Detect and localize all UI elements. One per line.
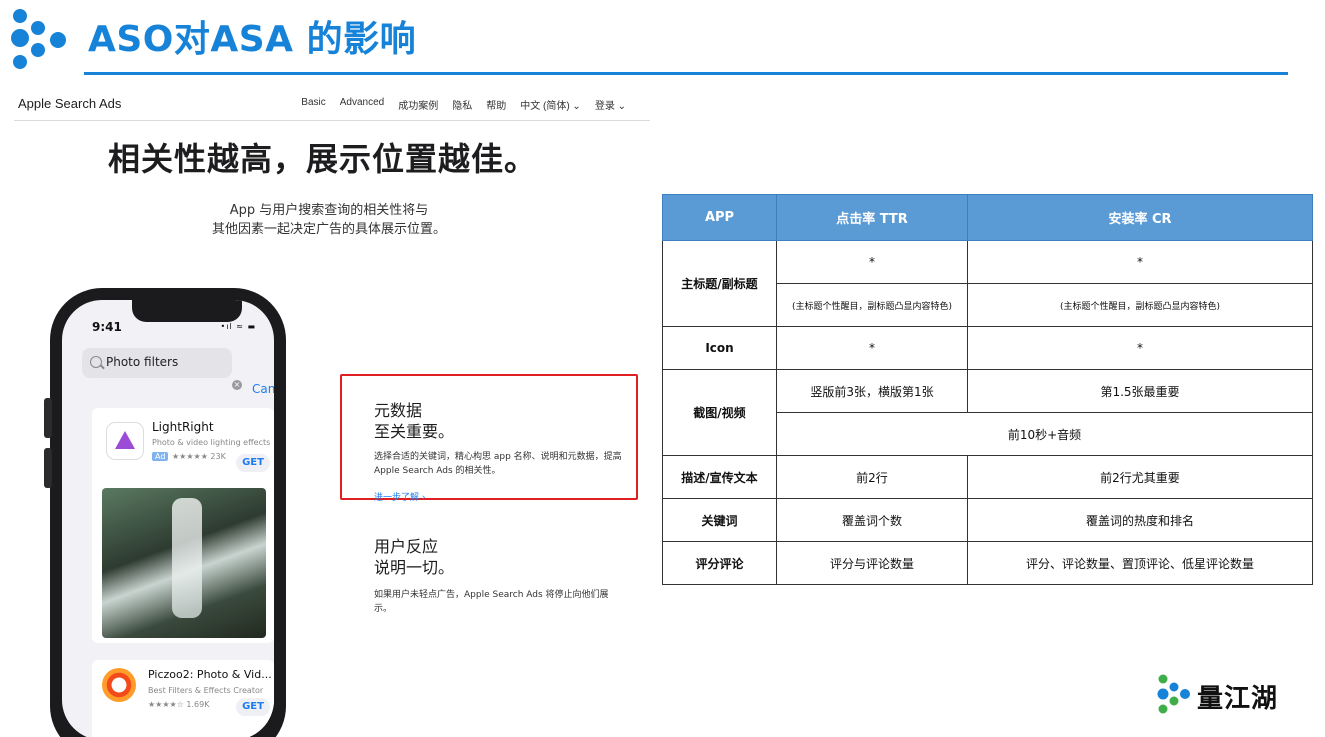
cell-ttr: 前2行 — [776, 455, 968, 499]
title-divider — [84, 72, 1288, 75]
cell-cr: (主标题个性醒目，副标题凸显内容特色) — [967, 283, 1313, 327]
cell-ttr: * — [776, 240, 968, 284]
app-name: LightRight — [152, 420, 214, 434]
ad-result-card[interactable]: LightRight Photo & video lighting effect… — [92, 408, 274, 643]
app-subtitle: Best Filters & Effects Creator — [148, 686, 264, 695]
cell-cr: 第1.5张最重要 — [967, 369, 1313, 413]
get-button[interactable]: GET — [236, 454, 270, 472]
cell-cr: * — [967, 240, 1313, 284]
cell-cr: * — [967, 326, 1313, 370]
cancel-button[interactable]: Cancel — [252, 382, 274, 396]
search-icon — [90, 356, 102, 368]
app-rating: ★★★★★ 23K — [172, 452, 226, 461]
table-row: Icon * * — [662, 326, 1313, 370]
nav-link-success-stories[interactable]: 成功案例 — [398, 97, 438, 112]
user-response-heading: 用户反应 说明一切。 — [374, 537, 455, 577]
get-button[interactable]: GET — [236, 698, 270, 716]
app-subtitle: Photo & video lighting effects — [152, 438, 271, 447]
row-label-keywords: 关键词 — [662, 498, 777, 542]
cell-cr: 前2行尤其重要 — [967, 455, 1313, 499]
brand-logo: 量江湖 — [1157, 672, 1292, 718]
lightright-app-icon — [106, 422, 144, 460]
hero-subtitle-line-2: 其他因素一起决定广告的具体展示位置。 — [211, 222, 446, 237]
nav-brand[interactable]: Apple Search Ads — [18, 96, 121, 111]
app-store-search-input[interactable]: Photo filters — [82, 348, 232, 378]
table-row: 关键词 覆盖词个数 覆盖词的热度和排名 — [662, 498, 1313, 542]
learn-more-link[interactable]: 进一步了解 › — [374, 490, 425, 503]
brand-name: 量江湖 — [1197, 684, 1279, 714]
nav-link-advanced[interactable]: Advanced — [340, 97, 384, 112]
nav-link-help[interactable]: 帮助 — [486, 97, 506, 112]
header-app: APP — [662, 194, 777, 241]
nav-link-privacy[interactable]: 隐私 — [452, 97, 472, 112]
row-label-icon: Icon — [662, 326, 777, 370]
status-icons: •ıl ≈ ▬ — [220, 322, 256, 331]
nav-link-basic[interactable]: Basic — [301, 97, 325, 112]
cell-ttr: 评分与评论数量 — [776, 541, 968, 585]
iphone-screen: 9:41 •ıl ≈ ▬ Photo filters × Cancel Ligh… — [62, 300, 274, 737]
table-row: 主标题/副标题 * * — [662, 240, 1313, 327]
status-time: 9:41 — [92, 320, 122, 334]
header-ttr: 点击率 TTR — [776, 194, 968, 241]
hero-subtitle: App 与用户搜索查询的相关性将与 其他因素一起决定广告的具体展示位置。 — [199, 201, 459, 239]
cell-ttr: 覆盖词个数 — [776, 498, 968, 542]
slide-title: ASO对ASA 的影响 — [88, 19, 417, 60]
volume-button — [44, 448, 52, 488]
phone-notch — [132, 300, 242, 322]
row-label-ratings: 评分评论 — [662, 541, 777, 585]
app-rating: ★★★★☆ 1.69K — [148, 700, 210, 709]
clear-icon[interactable]: × — [232, 380, 242, 390]
liangjianghu-logo-icon — [1157, 674, 1190, 714]
apple-search-ads-screenshot: Apple Search Ads Basic Advanced 成功案例 隐私 … — [14, 88, 654, 737]
row-label-title: 主标题/副标题 — [662, 240, 777, 327]
table-row: 评分评论 评分与评论数量 评分、评论数量、置顶评论、低星评论数量 — [662, 541, 1313, 585]
search-query: Photo filters — [106, 355, 179, 369]
cell-ttr: * — [776, 326, 968, 370]
search-result-card[interactable]: Piczoo2: Photo & Vid... Best Filters & E… — [92, 660, 274, 737]
app-name: Piczoo2: Photo & Vid... — [148, 668, 272, 681]
cell-ttr: (主标题个性醒目，副标题凸显内容特色) — [776, 283, 968, 327]
cell-cr: 覆盖词的热度和排名 — [967, 498, 1313, 542]
table-row: 截图/视频 竖版前3张，横版第1张 第1.5张最重要 — [662, 369, 1313, 456]
nav-login[interactable]: 登录 ⌄ — [595, 97, 626, 112]
table-header-row: APP 点击率 TTR 安装率 CR — [662, 194, 1313, 241]
row-label-screenshot: 截图/视频 — [662, 369, 777, 456]
row-label-description: 描述/宣传文本 — [662, 455, 777, 499]
waterfall-highlight — [172, 498, 202, 618]
aso-asa-comparison-table: APP 点击率 TTR 安装率 CR 主标题/副标题 * * (主标题个性醒目，… — [662, 194, 1313, 585]
nav-language-select[interactable]: 中文 (简体) ⌄ — [520, 97, 581, 112]
metadata-heading: 元数据 至关重要。 — [374, 401, 455, 441]
hero-subtitle-line-1: App 与用户搜索查询的相关性将与 — [229, 203, 429, 218]
piczoo2-app-icon — [102, 668, 136, 702]
metadata-body: 选择合适的关键词，精心构思 app 名称、说明和元数据，提高 Apple Sea… — [374, 452, 622, 476]
cell-ttr: 竖版前3张，横版第1张 — [776, 369, 968, 413]
nav-links: Basic Advanced 成功案例 隐私 帮助 中文 (简体) ⌄ 登录 ⌄ — [301, 97, 626, 112]
cell-cr: 评分、评论数量、置顶评论、低星评论数量 — [967, 541, 1313, 585]
cell-merged: 前10秒+音频 — [776, 412, 1313, 456]
ad-badge: Ad — [152, 452, 169, 461]
header-cr: 安装率 CR — [967, 194, 1313, 241]
table-row: 描述/宣传文本 前2行 前2行尤其重要 — [662, 455, 1313, 499]
waterfall-preview-image — [102, 488, 266, 638]
volume-button — [44, 398, 52, 438]
liangjianghu-logo-icon — [11, 9, 66, 69]
top-nav: Apple Search Ads Basic Advanced 成功案例 隐私 … — [14, 88, 650, 121]
hero-title: 相关性越高，展示位置越佳。 — [108, 140, 538, 178]
user-response-body: 如果用户未轻点广告，Apple Search Ads 将停止向他们展示。 — [374, 590, 609, 614]
